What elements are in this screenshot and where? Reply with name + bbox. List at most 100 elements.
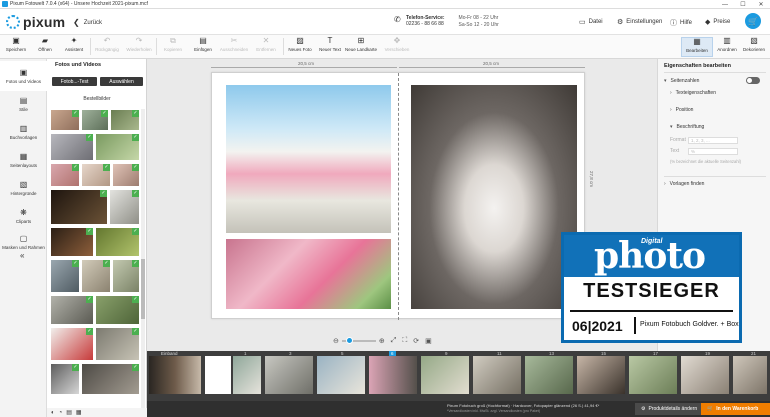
- page-thumb[interactable]: [233, 356, 261, 394]
- new-text-button[interactable]: T Neuer Text: [314, 37, 346, 57]
- photo-thumbnail[interactable]: ✓: [50, 363, 80, 395]
- cut-button[interactable]: ✂ Ausschneiden: [218, 37, 250, 57]
- photo-thumbnail[interactable]: ✓: [50, 327, 94, 361]
- back-button[interactable]: ❮ Zurück: [73, 18, 102, 27]
- page-thumb[interactable]: [681, 356, 729, 394]
- page-thumb[interactable]: [733, 356, 767, 394]
- photo-thumbnail[interactable]: ✓: [110, 109, 140, 131]
- prices-button[interactable]: ◆ Preise: [705, 18, 730, 26]
- photo-source-dropdown[interactable]: Fotob...-Test: [52, 77, 97, 86]
- nav-item-layouts[interactable]: ▦ Seitenlayouts: [0, 145, 47, 175]
- photo-panel-scrollbar[interactable]: [141, 109, 145, 409]
- help-button[interactable]: ⓘ Hilfe: [670, 18, 692, 28]
- nav-item-backgrounds[interactable]: ▧ Hintergründe: [0, 173, 47, 203]
- product-details-button[interactable]: ⚙ Produktdetails ändern: [635, 403, 704, 415]
- photo-thumbnail[interactable]: ✓: [81, 109, 109, 131]
- page-thumb-cover[interactable]: [149, 356, 201, 394]
- page-thumb[interactable]: [265, 356, 313, 394]
- undo-button[interactable]: ↶ Rückgängig: [91, 37, 123, 57]
- zoom-slider[interactable]: [341, 337, 376, 344]
- text-properties-row[interactable]: › Texteigenschaften: [670, 90, 716, 96]
- photo-thumbnail[interactable]: ✓: [112, 259, 140, 293]
- nav-item-book-templates[interactable]: ▥ Buchvorlagen: [0, 117, 47, 147]
- close-button[interactable]: ✕: [752, 0, 770, 9]
- photo-thumbnail[interactable]: ✓: [81, 163, 111, 187]
- page-thumb[interactable]: [421, 356, 469, 394]
- photo-thumbnail[interactable]: ✓: [109, 189, 140, 225]
- zoom-in-icon[interactable]: ⊕: [379, 337, 385, 345]
- grid-view-icon[interactable]: ▦: [76, 409, 82, 416]
- maximize-button[interactable]: ☐: [734, 0, 752, 9]
- fullscreen-icon[interactable]: ⛶: [402, 337, 407, 345]
- photo-thumbnail[interactable]: ✓: [81, 259, 111, 293]
- format-select[interactable]: 1, 2, 3, ...: [688, 137, 738, 144]
- photo-thumbnail[interactable]: ✓: [95, 133, 140, 161]
- nav-item-photos[interactable]: ▣ Fotos und Videos: [0, 61, 47, 91]
- save-button[interactable]: ▣ Speichern: [0, 37, 32, 57]
- photo-thumbnail[interactable]: ✓: [112, 163, 140, 187]
- select-photos-label: Auswählen: [109, 78, 134, 85]
- sort-icon[interactable]: ◔: [59, 410, 63, 416]
- decorate-button[interactable]: ▧ Dekorieren: [738, 37, 770, 57]
- photo-thumbnail[interactable]: ✓: [81, 363, 140, 395]
- photo-thumbnail[interactable]: ✓: [95, 227, 140, 257]
- filter-icon[interactable]: ◐: [51, 410, 55, 416]
- page-thumb[interactable]: [317, 356, 365, 394]
- page-thumb[interactable]: [577, 356, 625, 394]
- list-view-icon[interactable]: ▤: [66, 409, 72, 416]
- wedding-table-photo[interactable]: [226, 85, 391, 233]
- photo-thumbnail[interactable]: ✓: [95, 327, 140, 361]
- new-photo-button[interactable]: ▨ Neues Foto: [284, 37, 316, 57]
- delete-button[interactable]: ✕ Entfernen: [250, 37, 282, 57]
- preview-icon[interactable]: ▣: [425, 337, 432, 345]
- find-templates-row[interactable]: › Vorlagen finden: [664, 181, 704, 187]
- page-thumb[interactable]: [629, 356, 677, 394]
- rotate-icon[interactable]: ⟳: [413, 337, 419, 345]
- photo-thumbnail[interactable]: ✓: [50, 189, 108, 225]
- photo-thumbnail[interactable]: ✓: [50, 259, 80, 293]
- page-numbers-toggle[interactable]: [746, 77, 760, 84]
- page-numbers-row[interactable]: ▾ Seitenzahlen: [664, 78, 699, 84]
- page-number: 19: [705, 351, 711, 356]
- cart-button[interactable]: 🛒: [745, 13, 761, 29]
- photo-thumbnail[interactable]: ✓: [95, 295, 140, 325]
- photo-thumbnail[interactable]: ✓: [50, 295, 94, 325]
- settings-button[interactable]: ⚙ Einstellungen: [617, 18, 662, 26]
- bride-photo[interactable]: [411, 85, 577, 309]
- zoom-out-icon[interactable]: ⊖: [333, 337, 339, 345]
- minimize-button[interactable]: —: [716, 0, 734, 9]
- page-thumb[interactable]: [205, 356, 231, 394]
- new-map-button[interactable]: ⊞ Neue Landkarte: [345, 37, 377, 57]
- redo-button[interactable]: ↷ Wiederholen: [123, 37, 155, 57]
- page-number-selected: 6: [389, 351, 396, 356]
- copy-button[interactable]: ⧉ Kopieren: [157, 37, 189, 57]
- photo-thumbnail[interactable]: ✓: [50, 227, 94, 257]
- file-menu-button[interactable]: ▭ Datei: [579, 18, 603, 26]
- pixum-logo[interactable]: pixum: [6, 14, 65, 30]
- page-thumb-selected[interactable]: [369, 356, 417, 394]
- nav-item-styles[interactable]: ▤ Stile: [0, 89, 47, 119]
- zoom-slider-knob[interactable]: [345, 337, 353, 344]
- ruler-line: [399, 67, 585, 68]
- page-number-text-field[interactable]: %: [688, 148, 738, 155]
- collapse-chevron-icon[interactable]: «: [20, 251, 24, 260]
- pixum-logo-icon: [6, 15, 20, 29]
- photo-thumbnail[interactable]: ✓: [50, 133, 94, 161]
- move-button[interactable]: ✥ Verschieben: [381, 37, 413, 57]
- assistant-button[interactable]: ✦ Assistent: [58, 37, 90, 57]
- photo-thumbnail[interactable]: ✓: [50, 163, 80, 187]
- edit-mode-button[interactable]: ▦ Bearbeiten: [681, 37, 713, 57]
- add-to-cart-button[interactable]: 🛒 In den Warenkorb: [701, 403, 770, 415]
- save-label: Speichern: [5, 47, 27, 52]
- labeling-row[interactable]: ▾ Beschriftung: [670, 124, 704, 130]
- flowers-photo[interactable]: [226, 239, 391, 309]
- open-button[interactable]: ▰ Öffnen: [29, 37, 61, 57]
- scrollbar-thumb[interactable]: [141, 259, 145, 319]
- page-thumb[interactable]: [525, 356, 573, 394]
- photo-thumbnail[interactable]: ✓: [50, 109, 80, 131]
- fit-page-icon[interactable]: ⤢: [391, 337, 397, 345]
- select-photos-button[interactable]: Auswählen: [100, 77, 143, 86]
- position-row[interactable]: › Position: [670, 107, 693, 113]
- page-thumb[interactable]: [473, 356, 521, 394]
- paste-button[interactable]: ▤ Einfügen: [187, 37, 219, 57]
